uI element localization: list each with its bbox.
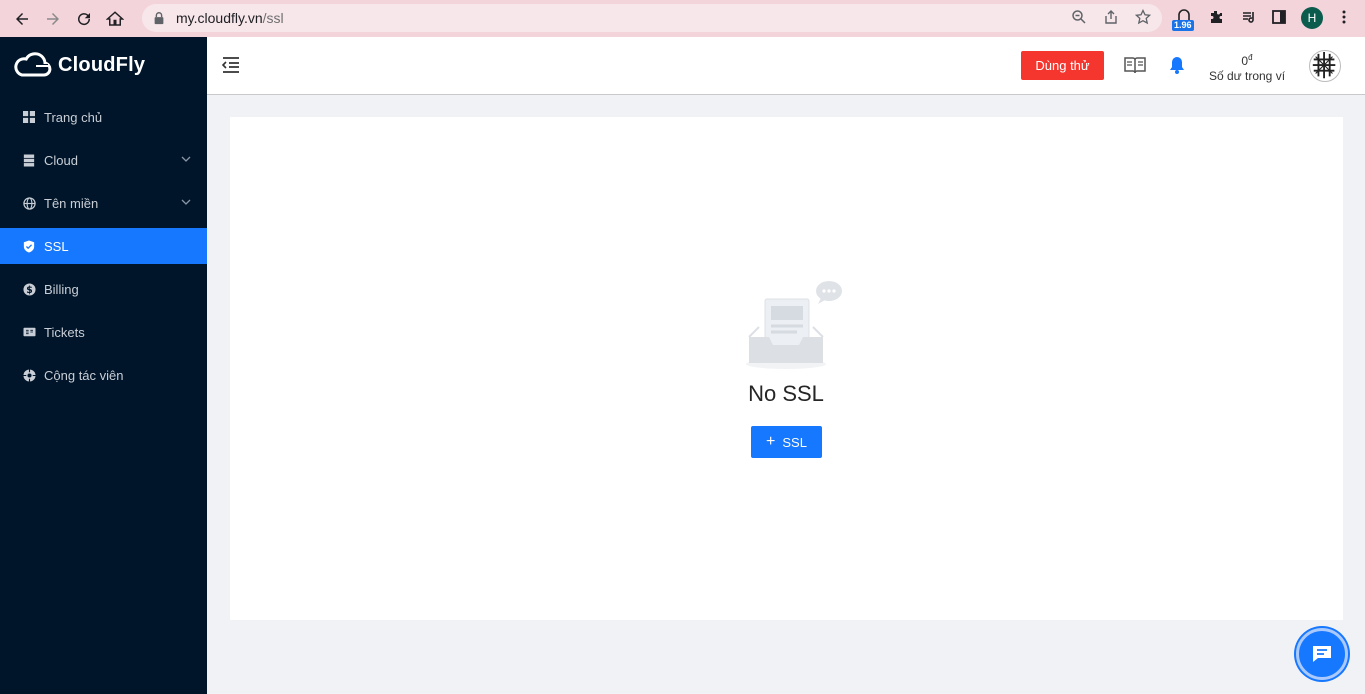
browser-toolbar: my.cloudfly.vn/ssl 1.96 H xyxy=(0,0,1365,37)
plus-icon: + xyxy=(766,433,776,450)
balance-label: Số dư trong ví xyxy=(1208,69,1286,83)
sidebar-menu: Trang chủ Cloud Tên miền SSL $ Billing T… xyxy=(0,99,207,400)
forward-icon[interactable] xyxy=(42,8,64,30)
sidebar-item-label: Billing xyxy=(44,281,79,297)
add-ssl-button[interactable]: + SSL xyxy=(751,426,822,458)
brand-name: CloudFly xyxy=(58,53,146,76)
lock-icon xyxy=(152,11,166,25)
star-icon[interactable] xyxy=(1134,8,1152,26)
extension-badge: 1.96 xyxy=(1172,20,1194,31)
ssl-content-card: No SSL + SSL xyxy=(230,117,1343,620)
chat-support-button[interactable] xyxy=(1296,628,1348,680)
sidebar-item-label: Cộng tác viên xyxy=(44,367,124,383)
address-bar[interactable]: my.cloudfly.vn/ssl xyxy=(142,4,1162,32)
add-ssl-label: SSL xyxy=(782,434,807,450)
empty-inbox-illustration xyxy=(746,281,842,369)
sidebar-item-label: Trang chủ xyxy=(44,109,103,125)
top-header: Dùng thử 0đ Số dư trong ví xyxy=(207,37,1365,95)
balance-amount: 0đ xyxy=(1204,51,1290,68)
svg-text:$: $ xyxy=(26,284,32,295)
chevron-down-icon xyxy=(181,199,191,205)
sidebar-item-domain[interactable]: Tên miền xyxy=(0,185,207,221)
kebab-menu-icon[interactable] xyxy=(1333,6,1355,28)
dollar-icon: $ xyxy=(22,282,36,296)
url-path: /ssl xyxy=(262,10,284,26)
globe-icon xyxy=(22,196,36,210)
sidebar-item-label: Tickets xyxy=(44,324,85,340)
currency-symbol: đ xyxy=(1248,53,1253,62)
chat-icon xyxy=(1313,646,1331,662)
server-icon xyxy=(22,153,36,167)
brand-logo[interactable]: CloudFly xyxy=(14,51,145,79)
url-host: my.cloudfly.vn xyxy=(176,10,263,26)
ticket-icon xyxy=(22,325,36,339)
chevron-down-icon xyxy=(181,156,191,162)
sidebar: CloudFly Trang chủ Cloud Tên miền SSL $ … xyxy=(0,37,207,694)
trial-button[interactable]: Dùng thử xyxy=(1021,51,1104,80)
home-icon[interactable] xyxy=(104,8,126,30)
url-text: my.cloudfly.vn/ssl xyxy=(176,10,284,26)
sidebar-item-home[interactable]: Trang chủ xyxy=(0,99,207,135)
affiliate-icon xyxy=(22,368,36,382)
media-icon[interactable] xyxy=(1238,6,1260,28)
avatar-pattern-icon xyxy=(1310,51,1338,79)
shield-icon xyxy=(22,239,36,253)
share-icon[interactable] xyxy=(1102,8,1120,26)
reload-icon[interactable] xyxy=(73,8,95,30)
sidebar-item-affiliate[interactable]: Cộng tác viên xyxy=(0,357,207,393)
sidebar-item-label: SSL xyxy=(44,238,69,254)
sidepanel-icon[interactable] xyxy=(1268,6,1290,28)
sidebar-item-billing[interactable]: $ Billing xyxy=(0,271,207,307)
sidebar-item-label: Cloud xyxy=(44,152,78,168)
sidebar-item-cloud[interactable]: Cloud xyxy=(0,142,207,178)
zoom-icon[interactable] xyxy=(1070,8,1088,26)
back-icon[interactable] xyxy=(11,8,33,30)
cloud-logo-icon xyxy=(14,52,52,77)
wallet-balance[interactable]: 0đ Số dư trong ví xyxy=(1204,51,1290,84)
profile-avatar[interactable]: H xyxy=(1301,7,1323,29)
empty-state-title: No SSL xyxy=(748,381,824,406)
bell-icon[interactable] xyxy=(1169,56,1185,74)
user-avatar[interactable] xyxy=(1309,50,1341,82)
grid-icon xyxy=(22,110,36,124)
sidebar-item-ssl[interactable]: SSL xyxy=(0,228,207,264)
puzzle-icon[interactable] xyxy=(1205,6,1227,28)
sidebar-item-label: Tên miền xyxy=(44,195,99,211)
sidebar-item-tickets[interactable]: Tickets xyxy=(0,314,207,350)
menu-fold-icon[interactable] xyxy=(221,56,241,74)
book-icon[interactable] xyxy=(1124,55,1146,75)
